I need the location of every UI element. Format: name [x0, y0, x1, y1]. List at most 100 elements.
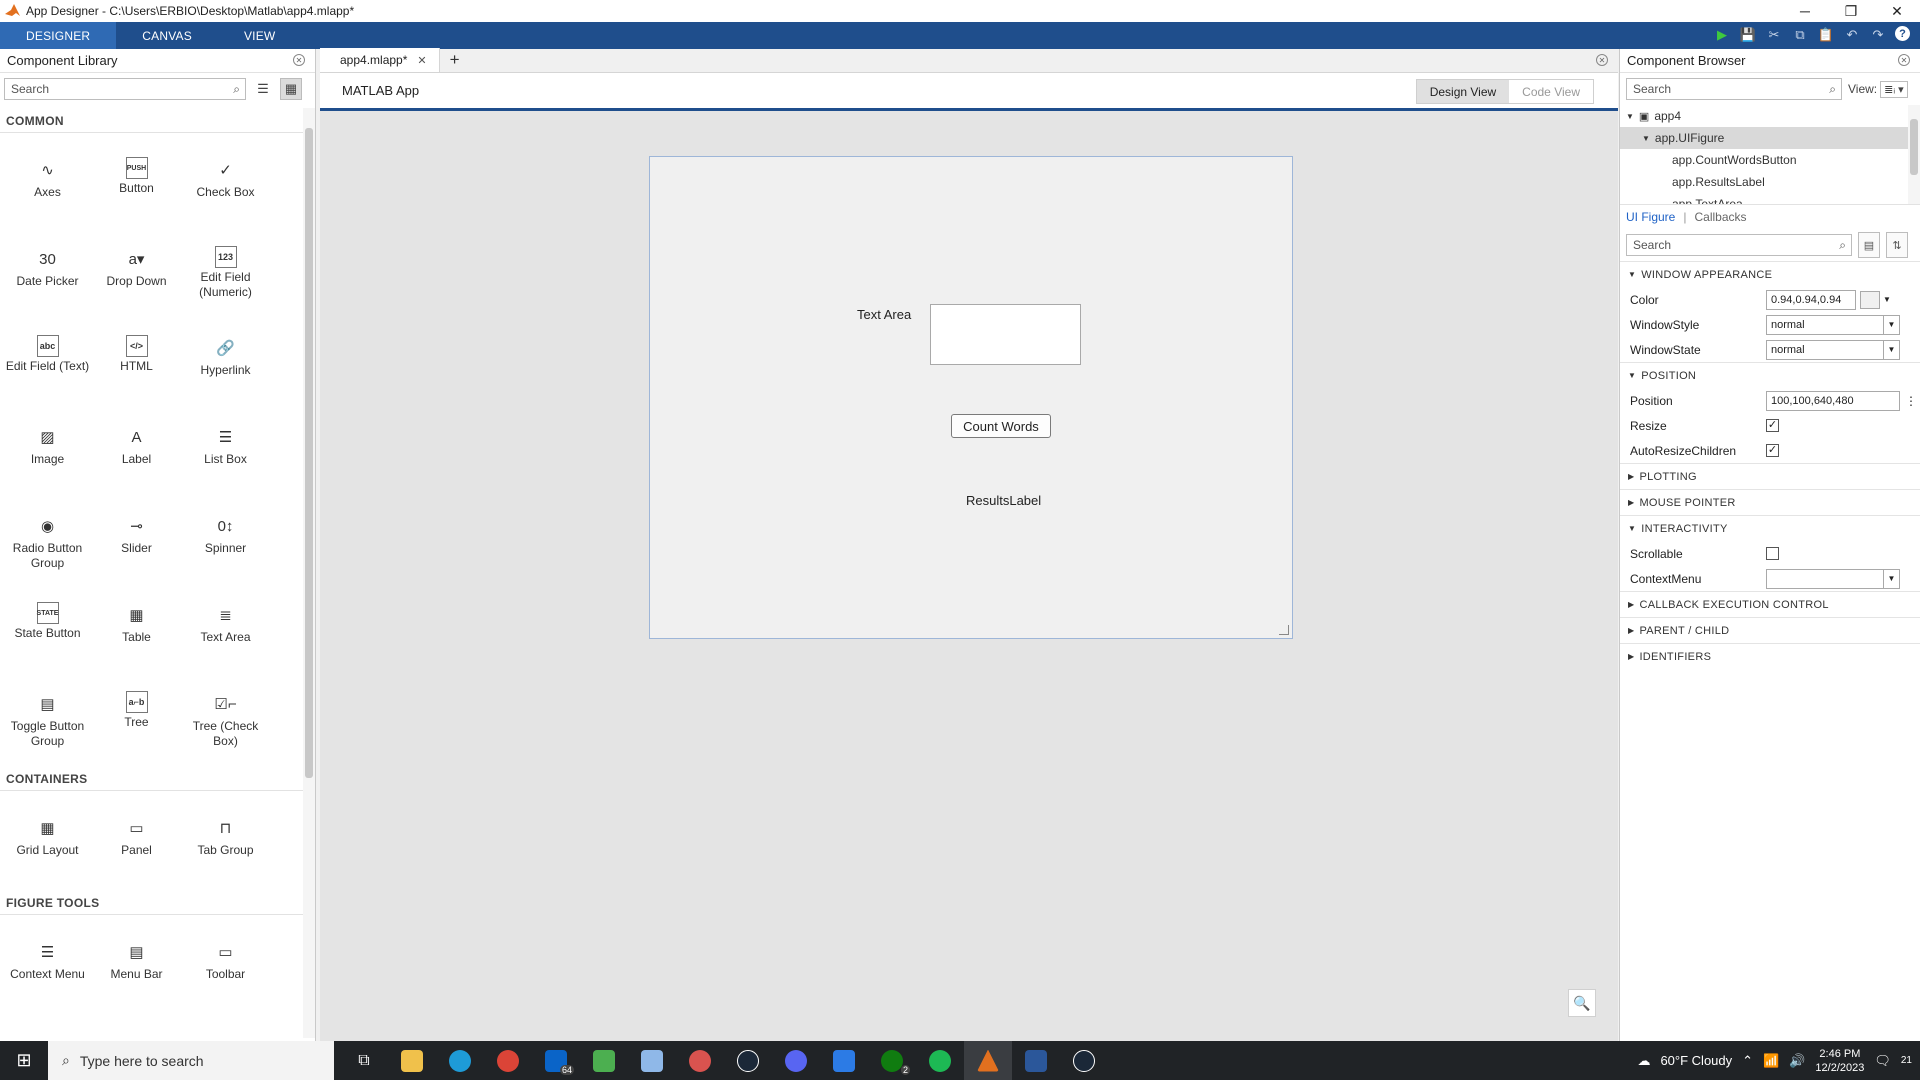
component-spinner[interactable]: 0↕ Spinner — [181, 499, 270, 588]
resize-checkbox[interactable]: ✓ — [1766, 419, 1779, 432]
group-parent-child[interactable]: ▶ PARENT / CHILD — [1620, 617, 1920, 643]
group-identifiers[interactable]: ▶ IDENTIFIERS — [1620, 643, 1920, 669]
chrome-icon[interactable] — [484, 1041, 532, 1080]
redo-icon[interactable]: ↷ — [1869, 26, 1887, 44]
group-plotting[interactable]: ▶ PLOTTING — [1620, 463, 1920, 489]
component-tree-check-box[interactable]: ☑⌐ Tree (Check Box) — [181, 677, 270, 766]
contextmenu-dropdown[interactable]: ▼ — [1766, 568, 1900, 589]
matlab-taskbar-icon[interactable] — [964, 1041, 1012, 1080]
code-view-button[interactable]: Code View — [1509, 80, 1593, 103]
xbox-icon[interactable]: 2 — [868, 1041, 916, 1080]
tab-designer[interactable]: DESIGNER — [0, 22, 117, 49]
component-table[interactable]: ▦ Table — [92, 588, 181, 677]
tree-node-textarea[interactable]: app.TextArea — [1620, 193, 1920, 204]
component-edit-field-numeric[interactable]: 123 Edit Field (Numeric) — [181, 232, 270, 321]
group-mouse-pointer[interactable]: ▶ MOUSE POINTER — [1620, 489, 1920, 515]
group-interactivity[interactable]: ▼ INTERACTIVITY — [1620, 515, 1920, 541]
component-panel[interactable]: ▭ Panel — [92, 801, 181, 890]
copy-icon[interactable]: ⧉ — [1791, 26, 1809, 44]
close-panel-icon[interactable]: ✕ — [293, 54, 305, 66]
component-menu-bar[interactable]: ▤ Menu Bar — [92, 925, 181, 1014]
discord-icon[interactable] — [772, 1041, 820, 1080]
design-view-button[interactable]: Design View — [1416, 80, 1510, 103]
notifications-icon[interactable]: 🗨 — [1874, 1053, 1891, 1069]
component-edit-field-text[interactable]: abc Edit Field (Text) — [3, 321, 92, 410]
component-check-box[interactable]: ✓ Check Box — [181, 143, 270, 232]
run-icon[interactable]: ▶ — [1713, 26, 1731, 44]
color-swatch[interactable] — [1860, 290, 1880, 309]
snipping-tool-icon[interactable] — [676, 1041, 724, 1080]
spotify-icon[interactable] — [916, 1041, 964, 1080]
mail-icon[interactable]: 64 — [532, 1041, 580, 1080]
count-words-button[interactable]: Count Words — [951, 414, 1051, 438]
grid-view-icon[interactable]: ▦ — [280, 78, 302, 100]
component-tree[interactable]: a⌐b Tree — [92, 677, 181, 766]
clock[interactable]: 2:46 PM 12/2/2023 — [1815, 1047, 1864, 1075]
ui-figure[interactable]: Text Area Count Words ResultsLabel — [649, 156, 1293, 639]
undo-icon[interactable]: ↶ — [1843, 26, 1861, 44]
save-icon[interactable]: 💾 — [1739, 26, 1757, 44]
library-search-input[interactable]: Search ⌕ — [4, 78, 246, 100]
component-toolbar[interactable]: ▭ Toolbar — [181, 925, 270, 1014]
library-scrollbar[interactable] — [303, 108, 315, 1038]
component-hyperlink[interactable]: 🔗 Hyperlink — [181, 321, 270, 410]
close-browser-icon[interactable]: ✕ — [1898, 54, 1910, 66]
tab-canvas[interactable]: CANVAS — [116, 22, 218, 49]
windows-start-icon[interactable]: ⊞ — [0, 1041, 48, 1080]
close-tab-icon[interactable]: ✕ — [417, 54, 426, 67]
browser-search-input[interactable]: Search ⌕ — [1626, 78, 1842, 100]
notepad-icon[interactable] — [628, 1041, 676, 1080]
volume-icon[interactable]: 🔊 — [1789, 1053, 1805, 1069]
close-window-button[interactable]: ✕ — [1874, 0, 1920, 22]
weather-icon[interactable]: ☁ — [1637, 1053, 1650, 1069]
position-field[interactable]: 100,100,640,480 — [1766, 390, 1900, 411]
chevron-up-icon[interactable]: ⌃ — [1742, 1053, 1753, 1069]
restore-button[interactable]: ❐ — [1828, 0, 1874, 22]
group-window-appearance[interactable]: ▼ WINDOW APPEARANCE — [1620, 261, 1920, 287]
weather-text[interactable]: 60°F Cloudy — [1660, 1053, 1732, 1068]
task-view-icon[interactable]: ⧉ — [340, 1041, 388, 1080]
component-button[interactable]: PUSH Button — [92, 143, 181, 232]
tree-node-resultslabel[interactable]: app.ResultsLabel — [1620, 171, 1920, 193]
new-tab-icon[interactable]: + — [440, 48, 470, 72]
tree-view-icon[interactable]: ≣ᵢ ▾ — [1880, 80, 1908, 98]
color-field[interactable]: 0.94,0.94,0.94 — [1766, 289, 1856, 310]
tab-view[interactable]: VIEW — [218, 22, 301, 49]
component-html[interactable]: </> HTML — [92, 321, 181, 410]
windowstyle-dropdown[interactable]: normal ▼ — [1766, 314, 1900, 335]
group-view-icon[interactable]: ▤ — [1858, 232, 1880, 258]
component-toggle-button-group[interactable]: ▤ Toggle Button Group — [3, 677, 92, 766]
component-radio-button-group[interactable]: ◉ Radio Button Group — [3, 499, 92, 588]
component-tab-group[interactable]: ⊓ Tab Group — [181, 801, 270, 890]
component-axes[interactable]: ∿ Axes — [3, 143, 92, 232]
component-grid-layout[interactable]: ▦ Grid Layout — [3, 801, 92, 890]
component-slider[interactable]: ⊸ Slider — [92, 499, 181, 588]
component-state-button[interactable]: STATE State Button — [3, 588, 92, 677]
component-image[interactable]: ▨ Image — [3, 410, 92, 499]
word-icon[interactable] — [1012, 1041, 1060, 1080]
group-position[interactable]: ▼ POSITION — [1620, 362, 1920, 388]
more-options-icon[interactable]: ⋮ — [1905, 394, 1917, 408]
document-tab[interactable]: app4.mlapp* ✕ — [320, 48, 440, 72]
taskbar-search-input[interactable]: ⌕ Type here to search — [48, 1041, 334, 1080]
tree-node-countwordsbutton[interactable]: app.CountWordsButton — [1620, 149, 1920, 171]
tab-callbacks[interactable]: Callbacks — [1694, 210, 1746, 224]
chevron-down-icon[interactable]: ▼ — [1883, 295, 1891, 304]
tree-scrollbar[interactable] — [1908, 105, 1920, 204]
file-explorer-icon[interactable] — [388, 1041, 436, 1080]
photos-icon[interactable] — [820, 1041, 868, 1080]
close-document-icon[interactable]: ✕ — [1596, 54, 1608, 66]
component-text-area[interactable]: ≣ Text Area — [181, 588, 270, 677]
component-label[interactable]: A Label — [92, 410, 181, 499]
cut-icon[interactable]: ✂ — [1765, 26, 1783, 44]
autoresizechildren-checkbox[interactable]: ✓ — [1766, 444, 1779, 457]
group-callback-execution-control[interactable]: ▶ CALLBACK EXECUTION CONTROL — [1620, 591, 1920, 617]
component-context-menu[interactable]: ☰ Context Menu — [3, 925, 92, 1014]
tab-ui-figure[interactable]: UI Figure — [1626, 210, 1675, 224]
inspector-search-input[interactable]: Search ⌕ — [1626, 234, 1852, 256]
resize-grip-icon[interactable] — [1279, 625, 1289, 635]
tree-node-app4[interactable]: ▼ ▣ app4 — [1620, 105, 1920, 127]
windowstate-dropdown[interactable]: normal ▼ — [1766, 339, 1900, 360]
steam-icon[interactable] — [724, 1041, 772, 1080]
view-selector[interactable]: View: ≣ᵢ ▾ — [1848, 80, 1908, 98]
